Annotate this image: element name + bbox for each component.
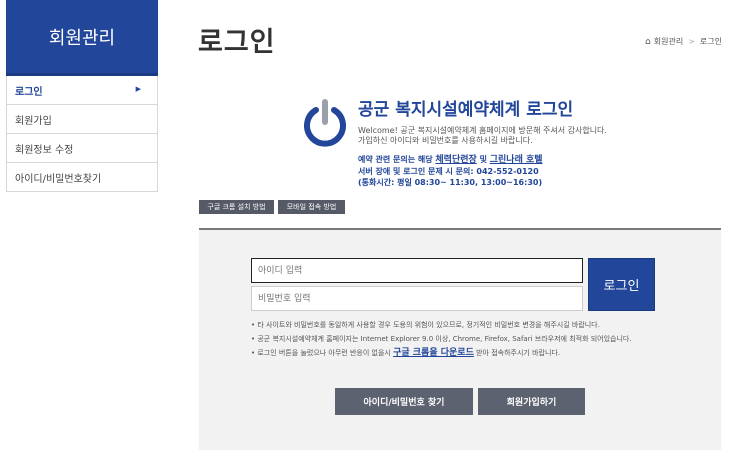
sidebar-item-label: 회원가입 (15, 115, 52, 127)
password-input[interactable] (251, 286, 583, 311)
page-title: 로그인 (198, 27, 276, 58)
call-hours: (통화시간: 평일 08:30~ 11:30, 13:00~16:30) (358, 178, 543, 187)
sidebar-item-edit-profile[interactable]: 회원정보 수정 (7, 134, 157, 163)
intro-title: 공군 복지시설예약체계 로그인 (358, 100, 574, 120)
contact-prefix: 예약 관련 문의는 해당 (358, 155, 436, 164)
caret-right-icon: ▶ (135, 85, 141, 93)
chrome-download-link[interactable]: 구글 크롬을 다운로드 (393, 348, 474, 358)
note-password: • 타 사이트와 비밀번호를 동일하게 사용할 경우 도용의 위험이 있으므로,… (251, 321, 600, 329)
greennarae-hotel-link[interactable]: 그린나래 호텔 (490, 155, 543, 165)
id-input[interactable] (251, 258, 583, 283)
sidebar-item-label: 회원정보 수정 (15, 144, 74, 156)
signup-button[interactable]: 회원가입하기 (478, 388, 585, 415)
breadcrumb-item[interactable]: 회원관리 (654, 36, 683, 47)
login-button[interactable]: 로그인 (588, 258, 655, 311)
breadcrumb-item[interactable]: 로그인 (700, 36, 722, 47)
sidebar-item-find-account[interactable]: 아이디/비밀번호찾기 (7, 163, 157, 192)
sidebar-menu: 로그인 ▶ 회원가입 회원정보 수정 아이디/비밀번호찾기 (6, 76, 158, 192)
contact-mid: 및 (476, 155, 490, 164)
server-contact: 서버 장애 및 로그인 문제 시 문의: 042-552-0120 (358, 167, 539, 176)
intro-instruction: 가입하신 아이디와 비밀번호를 사용하시길 바랍니다. (358, 136, 533, 145)
note-prefix: • 로그인 버튼을 눌렀으나 아무런 반응이 없을시 (251, 349, 394, 357)
login-notes: • 타 사이트와 비밀번호를 동일하게 사용할 경우 도용의 위험이 있으므로,… (251, 318, 632, 360)
sidebar-item-label: 아이디/비밀번호찾기 (15, 173, 102, 185)
note-chrome: • 로그인 버튼을 눌렀으나 아무런 반응이 없을시 구글 크롬을 다운로드 받… (251, 346, 632, 360)
contact-info: 예약 관련 문의는 해당 체력단련장 및 그린나래 호텔 서버 장애 및 로그인… (358, 154, 543, 188)
sidebar: 회원관리 로그인 ▶ 회원가입 회원정보 수정 아이디/비밀번호찾기 (6, 0, 158, 192)
mobile-access-guide-button[interactable]: 모바일 접속 방법 (278, 200, 345, 214)
sidebar-item-signup[interactable]: 회원가입 (7, 105, 157, 134)
home-icon[interactable]: ⌂ (645, 37, 651, 47)
note-browser: • 공군 복지시설예약체계 홈페이지는 Internet Explorer 9.… (251, 335, 632, 343)
chrome-install-guide-button[interactable]: 구글 크롬 설치 방법 (199, 200, 274, 214)
power-icon (304, 99, 346, 147)
note-suffix: 받아 접속하주시기 바랍니다. (473, 349, 561, 357)
sidebar-title: 회원관리 (6, 0, 158, 76)
breadcrumb: ⌂ 회원관리 > 로그인 (645, 36, 722, 47)
fitness-center-link[interactable]: 체력단련장 (435, 155, 476, 165)
chevron-right-icon: > (688, 37, 695, 46)
sidebar-item-label: 로그인 (15, 86, 43, 98)
login-panel: 로그인 • 타 사이트와 비밀번호를 동일하게 사용할 경우 도용의 위험이 있… (199, 228, 721, 450)
intro-welcome: Welcome! 공군 복지시설예약체계 홈페이지에 방문해 주셔서 감사합니다… (358, 126, 607, 135)
find-id-password-button[interactable]: 아이디/비밀번호 찾기 (335, 388, 473, 415)
intro-text: Welcome! 공군 복지시설예약체계 홈페이지에 방문해 주셔서 감사합니다… (358, 126, 628, 146)
sidebar-item-login[interactable]: 로그인 ▶ (7, 76, 157, 105)
